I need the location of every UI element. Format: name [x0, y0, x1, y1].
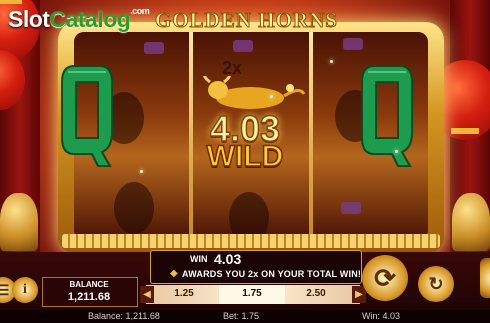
win-label: WIN [190, 254, 208, 264]
chevron-left-icon[interactable]: ◀ [140, 286, 154, 303]
spin-arrows-icon[interactable]: ⟳ [362, 255, 408, 301]
balance-value: 1,211.68 [67, 291, 111, 303]
jade-q-symbol [361, 65, 413, 167]
slotcatalog-watermark: SlotCatalog.com [8, 6, 150, 32]
info-icon[interactable]: i [12, 277, 38, 303]
game-screen: 2x 4.03 WILD SlotCatalog.com GOLDEN HORN… [0, 0, 490, 323]
status-win: Win: 4.03 [362, 311, 401, 321]
bet-option[interactable]: 1.25 [164, 288, 204, 299]
guardian-lion-statue [0, 193, 38, 251]
golden-bull-icon [203, 76, 306, 109]
jade-q-symbol [61, 65, 113, 167]
award-message: AWARDS YOU 2x ON YOUR TOTAL WIN! [182, 269, 362, 279]
status-bet: Bet: 1.75 [223, 311, 260, 321]
balance-label: BALANCE [69, 280, 109, 289]
status-balance: Balance: 1,211.68 [88, 311, 160, 321]
win-value: 4.03 [214, 251, 242, 267]
bull-small-icon: ◆ [170, 268, 178, 279]
game-title: GOLDEN HORNS [155, 8, 338, 33]
side-panel-button[interactable] [480, 258, 490, 298]
bet-option-selected[interactable]: 1.75 [232, 288, 272, 299]
multiplier-label: 2x [222, 58, 243, 78]
guardian-lion-statue [452, 193, 490, 251]
autoplay-icon[interactable]: ↻ [418, 266, 454, 302]
bet-option[interactable]: 2.50 [296, 288, 336, 299]
wild-label: WILD [206, 139, 284, 174]
frame-greek-key-border [62, 234, 440, 248]
